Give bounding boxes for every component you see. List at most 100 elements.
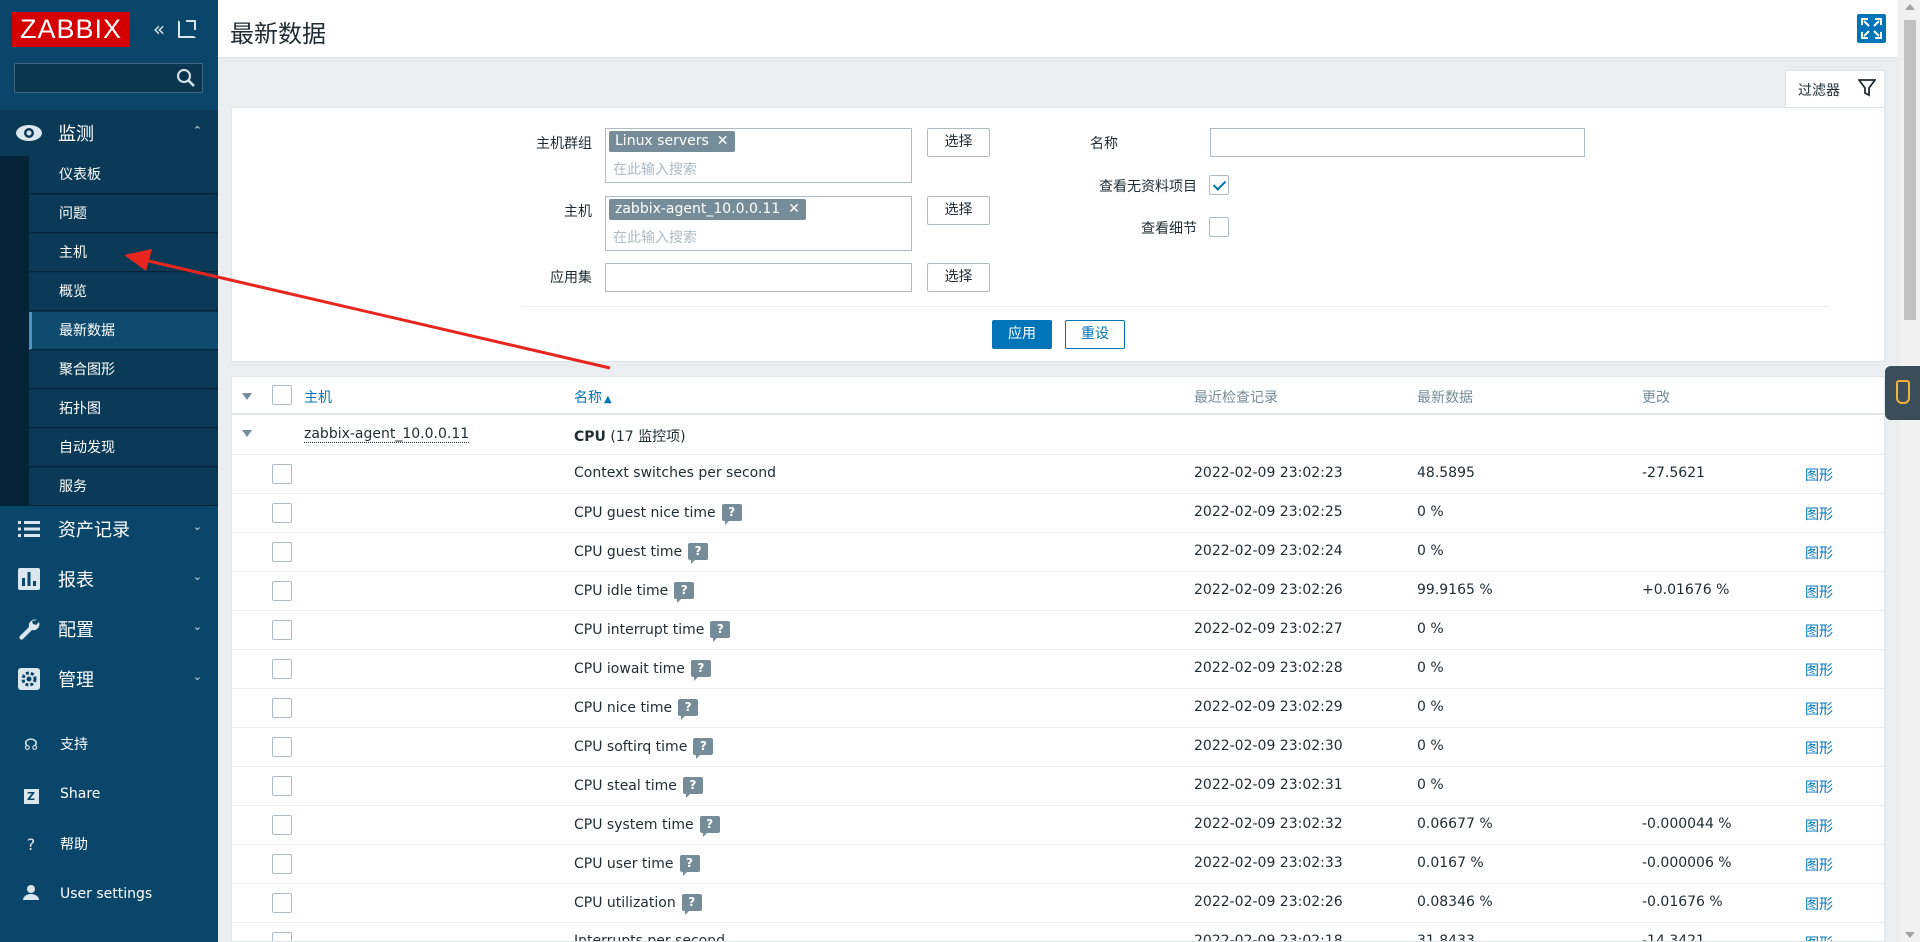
sidebar-item-services[interactable]: 服务 [29,468,218,506]
item-name-label: CPU guest nice time [574,505,716,521]
graph-link[interactable]: 图形 [1805,621,1833,641]
item-name: Context switches per second [574,465,776,481]
graph-link[interactable]: 图形 [1805,777,1833,797]
host-multiselect[interactable]: zabbix-agent_10.0.0.11 ✕ 在此输入搜索 [605,196,912,251]
remove-tag-icon[interactable]: ✕ [717,133,729,149]
apply-button[interactable]: 应用 [992,320,1052,349]
collapse-sidebar-icon[interactable]: « [148,18,170,40]
graph-link[interactable]: 图形 [1805,504,1833,524]
kiosk-mode-icon[interactable] [178,20,196,38]
zabbix-logo[interactable]: ZABBIX [12,12,130,47]
sidebar-item-dashboard[interactable]: 仪表板 [29,156,218,194]
show-no-data-checkbox[interactable] [1209,175,1229,195]
help-hint-icon[interactable]: ? [699,816,720,837]
row-checkbox[interactable] [272,776,292,796]
host-group-tag[interactable]: Linux servers ✕ [609,131,735,152]
help-hint-icon[interactable]: ? [690,660,711,681]
menu-configuration[interactable]: 配置 ⌄ [0,606,218,652]
collapse-group-toggle[interactable] [242,430,252,437]
page-scrollbar[interactable] [1900,0,1920,942]
group-app-name: CPU [574,429,606,445]
item-last-check: 2022-02-09 23:02:30 [1194,738,1343,754]
help-hint-icon[interactable]: ? [682,777,703,798]
menu-share[interactable]: Z Share [0,772,218,816]
scroll-down-arrow[interactable] [1905,932,1915,938]
show-details-checkbox[interactable] [1209,217,1229,237]
graph-link[interactable]: 图形 [1805,816,1833,836]
sidebar-search-input[interactable] [14,63,203,93]
cup-icon [1896,380,1910,404]
graph-link[interactable]: 图形 [1805,465,1833,485]
help-hint-icon[interactable]: ? [674,582,695,603]
sidebar-item-maps[interactable]: 拓扑图 [29,390,218,428]
sidebar-item-discovery[interactable]: 自动发现 [29,429,218,467]
row-checkbox[interactable] [272,932,292,941]
row-checkbox[interactable] [272,464,292,484]
graph-link[interactable]: 图形 [1805,582,1833,602]
help-hint-icon[interactable]: ? [693,738,714,759]
sort-asc-icon: ▲ [604,394,612,405]
menu-support[interactable]: ☊ 支持 [0,722,218,766]
headset-icon: ☊ [23,734,39,754]
row-checkbox[interactable] [272,542,292,562]
remove-tag-icon[interactable]: ✕ [788,201,800,217]
graph-link[interactable]: 图形 [1805,738,1833,758]
graph-link[interactable]: 图形 [1805,933,1833,941]
menu-help[interactable]: ? 帮助 [0,822,218,866]
row-checkbox[interactable] [272,854,292,874]
host-tag[interactable]: zabbix-agent_10.0.0.11 ✕ [609,199,806,220]
reset-button[interactable]: 重设 [1065,320,1125,349]
help-hint-icon[interactable]: ? [681,894,702,915]
graph-link[interactable]: 图形 [1805,894,1833,914]
row-checkbox[interactable] [272,698,292,718]
sidebar-item-problems[interactable]: 问题 [29,195,218,233]
host-group-search-placeholder[interactable]: 在此输入搜索 [613,159,697,179]
row-checkbox[interactable] [272,659,292,679]
item-name-label: Interrupts per second [574,933,725,942]
select-all-checkbox[interactable] [272,385,292,405]
scroll-up-arrow[interactable] [1905,4,1915,10]
host-select-button[interactable]: 选择 [927,196,990,225]
menu-reports[interactable]: 报表 ⌄ [0,556,218,602]
column-name[interactable]: 名称 ▲ [574,387,612,407]
sidebar-item-latest-data[interactable]: 最新数据 [29,312,218,350]
fullscreen-button[interactable] [1857,14,1886,43]
graph-link[interactable]: 图形 [1805,660,1833,680]
sidebar-item-hosts[interactable]: 主机 [29,234,218,272]
scrollbar-thumb[interactable] [1904,20,1916,320]
sidebar-item-screens[interactable]: 聚合图形 [29,351,218,389]
application-select-button[interactable]: 选择 [927,263,990,292]
menu-user-settings[interactable]: User settings [0,872,218,916]
application-input[interactable] [605,263,912,292]
help-hint-icon[interactable]: ? [678,699,699,720]
group-host-link[interactable]: zabbix-agent_10.0.0.11 [304,426,470,443]
item-last-value: 48.5895 [1417,465,1475,481]
menu-monitoring[interactable]: 监测 ⌃ [0,110,218,156]
menu-administration[interactable]: 管理 ⌄ [0,656,218,702]
help-hint-icon[interactable]: ? [688,543,709,564]
menu-inventory[interactable]: 资产记录 ⌄ [0,506,218,552]
expand-all-toggle[interactable] [242,393,252,400]
graph-link[interactable]: 图形 [1805,543,1833,563]
graph-link[interactable]: 图形 [1805,699,1833,719]
name-input[interactable] [1210,128,1585,157]
host-group-multiselect[interactable]: Linux servers ✕ 在此输入搜索 [605,128,912,183]
graph-link[interactable]: 图形 [1805,855,1833,875]
host-search-placeholder[interactable]: 在此输入搜索 [613,227,697,247]
help-hint-icon[interactable]: ? [721,504,742,525]
help-hint-icon[interactable]: ? [679,855,700,876]
help-hint-icon[interactable]: ? [710,621,731,642]
filter-tab[interactable]: 过滤器 [1785,70,1885,107]
row-checkbox[interactable] [272,893,292,913]
sidebar-item-overview[interactable]: 概览 [29,273,218,311]
row-checkbox[interactable] [272,815,292,835]
host-group-select-button[interactable]: 选择 [927,128,990,157]
row-checkbox[interactable] [272,620,292,640]
row-checkbox[interactable] [272,503,292,523]
column-host[interactable]: 主机 [304,387,332,407]
item-name: CPU utilization? [574,894,702,915]
search-icon[interactable] [176,68,196,88]
row-checkbox[interactable] [272,581,292,601]
side-widget-button[interactable] [1885,366,1920,420]
row-checkbox[interactable] [272,737,292,757]
